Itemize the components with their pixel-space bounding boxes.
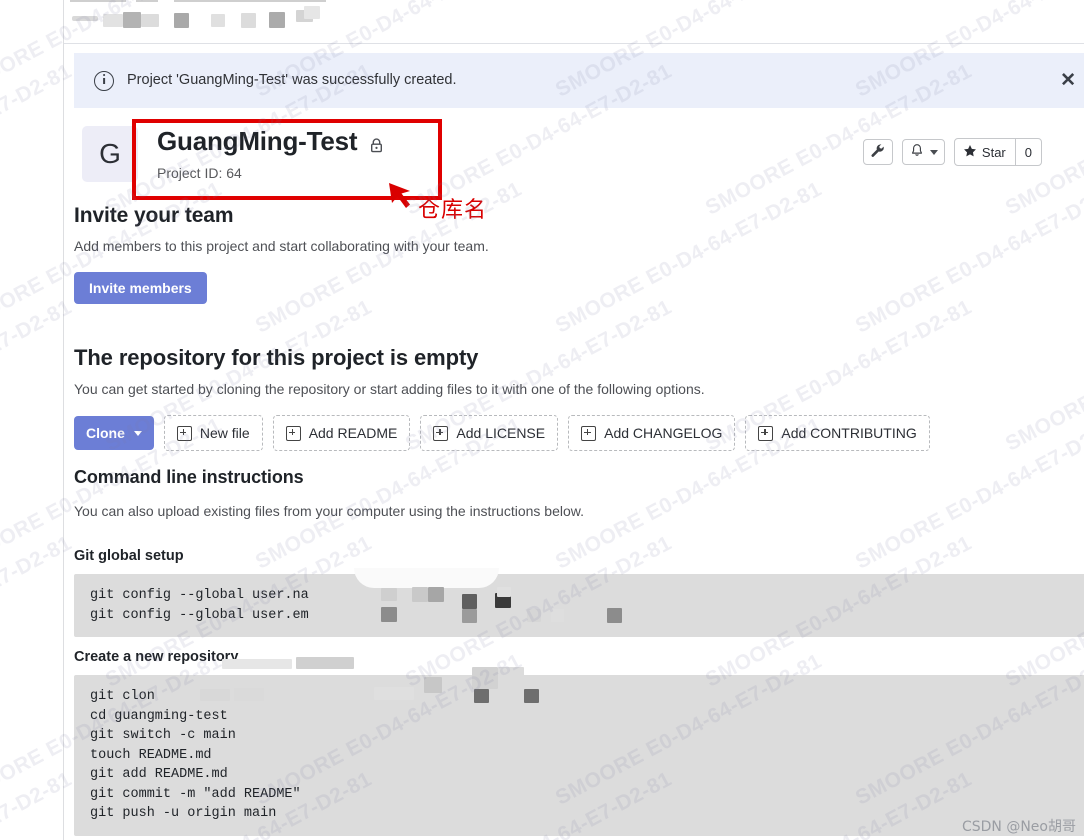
bell-icon [910, 143, 924, 161]
plus-square-icon [176, 425, 192, 441]
wrench-icon [870, 143, 885, 161]
csdn-watermark: CSDN @Neo胡哥 [961, 819, 1076, 835]
invite-section: Invite your team [74, 204, 1084, 228]
plus-square-icon [433, 425, 449, 441]
new-file-button[interactable]: New file [163, 415, 263, 451]
alert-message: Project 'GuangMing-Test' was successfull… [127, 72, 457, 89]
star-label: Star [981, 144, 1006, 160]
chevron-down-icon [133, 430, 142, 436]
plus-square-icon [285, 425, 301, 441]
star-icon [963, 144, 977, 161]
redacted-mark [72, 16, 98, 21]
cli-section: Command line instructions [74, 467, 1084, 488]
info-circle-icon [94, 70, 114, 91]
git-global-setup-code[interactable]: git config --global user.na git config -… [74, 574, 1084, 637]
add-license-label: Add LICENSE [456, 425, 546, 441]
repo-actions-row: Clone New file Add README Add LICENSE Ad… [74, 415, 1084, 451]
git-global-setup-title-wrap: Git global setup [74, 548, 1084, 564]
new-repo-code[interactable]: git clon cd guangming-test git switch -c… [74, 675, 1084, 836]
annotation-arrow [389, 183, 410, 208]
new-file-label: New file [199, 425, 250, 441]
project-id-label: Project ID: 64 [157, 164, 242, 181]
add-changelog-button[interactable]: Add CHANGELOG [568, 415, 736, 451]
annotation-label: 仓库名 [418, 198, 488, 223]
new-repo-code-wrap: git clon cd guangming-test git switch -c… [74, 667, 1084, 836]
project-avatar: G [82, 126, 138, 182]
invite-description-wrap: Add members to this project and start co… [74, 238, 1084, 254]
lock-icon [370, 138, 383, 153]
plus-square-icon [581, 425, 597, 441]
empty-repo-description-wrap: You can get started by cloning the repos… [74, 381, 1084, 397]
redacted-nav-strip [64, 0, 1084, 44]
add-contributing-label: Add CONTRIBUTING [781, 425, 917, 441]
git-global-setup-code-wrap: git config --global user.na git config -… [74, 568, 1084, 637]
success-alert-banner: Project 'GuangMing-Test' was successfull… [74, 53, 1084, 108]
cli-heading: Command line instructions [74, 467, 304, 487]
chevron-down-icon [929, 149, 938, 155]
add-license-button[interactable]: Add LICENSE [420, 415, 559, 451]
invite-button-wrap: Invite members [74, 272, 1084, 304]
add-contributing-button[interactable]: Add CONTRIBUTING [745, 415, 930, 451]
close-icon[interactable]: ✕ [1054, 67, 1082, 94]
git-global-setup-title: Git global setup [74, 548, 184, 564]
page-title: GuangMing-Test [157, 126, 358, 156]
empty-repo-section: The repository for this project is empty [74, 345, 1084, 371]
gitlab-project-page: Project 'GuangMing-Test' was successfull… [63, 0, 1084, 840]
add-changelog-label: Add CHANGELOG [604, 425, 723, 441]
new-repo-title-wrap: Create a new repository [74, 649, 1084, 669]
plus-square-icon [758, 425, 774, 441]
invite-heading: Invite your team [74, 204, 234, 227]
project-header-actions: Star 0 [862, 138, 1042, 166]
wrench-button[interactable] [862, 139, 893, 165]
project-meta: GuangMing-Test Project ID: 64 [157, 127, 383, 181]
invite-members-button[interactable]: Invite members [74, 272, 207, 304]
add-readme-label: Add README [308, 425, 398, 441]
star-count: 0 [1014, 139, 1041, 165]
cli-description-wrap: You can also upload existing files from … [74, 503, 1084, 519]
add-readme-button[interactable]: Add README [272, 415, 411, 451]
clone-button-label: Clone [86, 425, 125, 441]
cli-description: You can also upload existing files from … [74, 503, 584, 519]
star-button-group[interactable]: Star 0 [953, 138, 1042, 166]
notifications-button[interactable] [901, 139, 945, 165]
empty-repo-heading: The repository for this project is empty [74, 345, 479, 370]
clone-button[interactable]: Clone [74, 416, 154, 450]
empty-repo-description: You can get started by cloning the repos… [74, 381, 705, 397]
star-button[interactable]: Star [955, 139, 1015, 165]
invite-description: Add members to this project and start co… [74, 238, 489, 254]
